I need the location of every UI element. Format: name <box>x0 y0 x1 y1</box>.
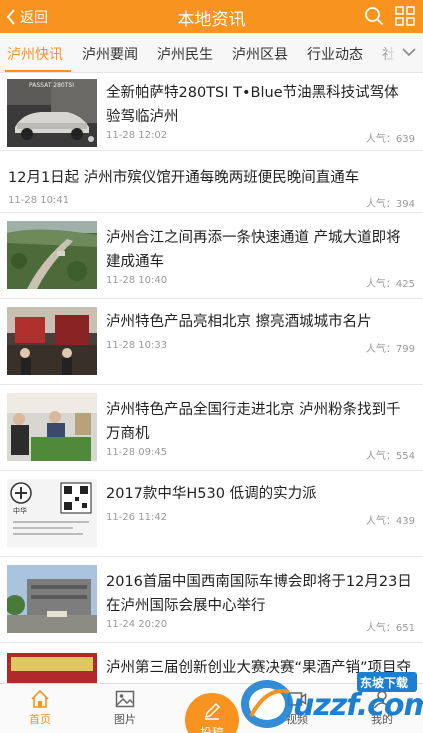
news-title: 2016首届中国西南国际车博会即将于12月23日在泸州国际会展中心举行 <box>106 574 412 614</box>
category-tabs: 泸州快讯 泸州要闻 泸州民生 泸州区县 行业动态 社会 <box>0 33 423 73</box>
tab-luzhou-districts[interactable]: 泸州区县 <box>232 44 288 64</box>
news-title: 2017款中华H530 低调的实力派 <box>106 486 317 502</box>
nav-images-label: 图片 <box>114 713 136 726</box>
news-item[interactable]: 12月1日起 泸州市殡仪馆开通每晚两班便民晚间直通车 11-28 10:41 人… <box>0 151 423 213</box>
tab-luzhou-express[interactable]: 泸州快讯 <box>7 44 63 64</box>
news-thumbnail <box>7 221 97 289</box>
news-date: 11-28 10:41 <box>8 195 70 206</box>
news-item[interactable]: 泸州特色产品亮相北京 擦亮酒城城市名片 11-28 10:33 人气：799 <box>0 299 423 385</box>
news-title: 12月1日起 泸州市殡仪馆开通每晚两班便民晚间直通车 <box>8 170 360 186</box>
site-watermark: 东坡下载 uzzf.com <box>237 666 423 733</box>
news-thumbnail: PASSAT 280TSI <box>7 79 97 147</box>
news-title: 泸州特色产品亮相北京 擦亮酒城城市名片 <box>106 314 372 330</box>
post-button-label: 投稿 <box>199 726 224 733</box>
app-header: 返回 本地资讯 <box>0 0 423 33</box>
news-thumbnail <box>7 653 97 683</box>
watermark-text: uzzf.com <box>293 688 423 723</box>
nav-images[interactable]: 图片 <box>95 689 155 727</box>
news-item[interactable]: 中华 2017款中华H530 低调的实力派 11-26 11:42 人气：439 <box>0 471 423 557</box>
news-date: 11-24 20:20 <box>106 619 168 630</box>
chevron-down-icon[interactable] <box>401 45 417 59</box>
grid-menu-icon[interactable] <box>395 6 415 26</box>
news-item[interactable]: 泸州特色产品全国行走进北京 泸州粉条找到千万商机 11-28 09:45 人气：… <box>0 385 423 471</box>
news-date: 11-28 12:02 <box>106 130 168 141</box>
news-thumbnail <box>7 393 97 461</box>
page-title: 本地资讯 <box>177 10 246 30</box>
news-date: 11-28 10:40 <box>106 275 168 286</box>
nav-home[interactable]: 首页 <box>10 689 70 727</box>
news-thumbnail: 中华 <box>7 479 97 547</box>
nav-home-label: 首页 <box>29 713 51 726</box>
news-date: 11-26 11:42 <box>106 512 168 523</box>
news-thumbnail <box>7 565 97 633</box>
news-popularity: 人气：554 <box>365 451 415 462</box>
news-item[interactable]: PASSAT 280TSI 全新帕萨特280TSI T•Blue节油黑科技试驾体… <box>0 73 423 151</box>
tab-industry-news[interactable]: 行业动态 <box>307 44 363 64</box>
image-icon <box>115 690 135 708</box>
tab-luzhou-livelihood[interactable]: 泸州民生 <box>157 44 213 64</box>
news-popularity: 人气：425 <box>365 279 415 290</box>
news-item[interactable]: 2016首届中国西南国际车博会即将于12月23日在泸州国际会展中心举行 11-2… <box>0 557 423 643</box>
news-title: 泸州合江之间再添一条快速通道 产城大道即将建成通车 <box>106 230 401 270</box>
tab-luzhou-headlines[interactable]: 泸州要闻 <box>82 44 138 64</box>
news-date: 11-28 09:45 <box>106 447 168 458</box>
thumbnail-car-plate: PASSAT 280TSI <box>29 82 74 89</box>
news-title: 泸州特色产品全国行走进北京 泸州粉条找到千万商机 <box>106 402 401 442</box>
news-title: 全新帕萨特280TSI T•Blue节油黑科技试驾体验驾临泸州 <box>106 85 399 125</box>
news-date: 11-28 10:33 <box>106 340 168 351</box>
news-popularity: 人气：651 <box>365 623 415 634</box>
search-icon[interactable] <box>364 6 384 26</box>
news-popularity: 人气：639 <box>365 134 415 145</box>
pen-icon <box>204 702 221 720</box>
news-popularity: 人气：439 <box>365 516 415 527</box>
news-list: PASSAT 280TSI 全新帕萨特280TSI T•Blue节油黑科技试驾体… <box>0 73 423 683</box>
active-tab-indicator <box>5 70 71 72</box>
news-thumbnail <box>7 307 97 375</box>
news-item[interactable]: 泸州合江之间再添一条快速通道 产城大道即将建成通车 11-28 10:40 人气… <box>0 213 423 299</box>
news-popularity: 人气：394 <box>365 199 415 210</box>
home-icon <box>31 689 49 708</box>
thumbnail-brand-text: 中华 <box>13 507 27 515</box>
news-popularity: 人气：799 <box>365 344 415 355</box>
